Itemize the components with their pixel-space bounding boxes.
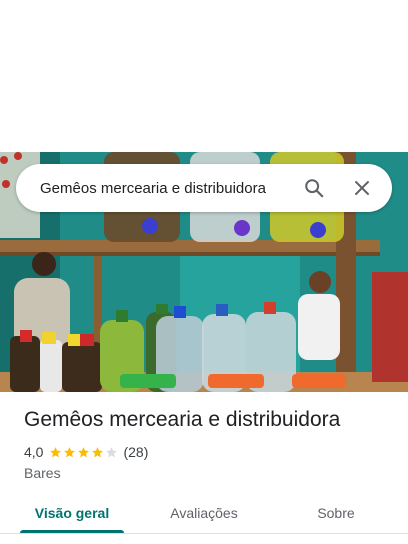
close-icon <box>355 181 369 195</box>
tab-about[interactable]: Sobre <box>284 496 388 534</box>
star-filled-icon <box>78 446 90 457</box>
search-input[interactable]: Gemêos mercearia e distribuidora <box>40 180 292 197</box>
place-tabs: Visão geral Avaliações Sobre <box>0 496 408 536</box>
star-filled-icon <box>50 446 62 457</box>
star-filled-icon <box>92 446 104 457</box>
search-bar[interactable]: Gemêos mercearia e distribuidora <box>16 164 392 212</box>
rating-value: 4,0 <box>24 444 44 460</box>
place-title: Gemêos mercearia e distribuidora <box>24 408 341 431</box>
star-filled-icon <box>64 446 76 457</box>
place-category[interactable]: Bares <box>24 465 61 481</box>
tab-reviews[interactable]: Avaliações <box>152 496 256 534</box>
search-icon <box>305 179 324 198</box>
review-count[interactable]: (28) <box>123 444 148 460</box>
blank-map-area <box>0 0 408 152</box>
search-button[interactable] <box>298 172 330 204</box>
rating-row[interactable]: 4,0 (28) <box>24 444 148 460</box>
star-empty-icon <box>106 446 118 457</box>
rating-stars <box>49 446 119 459</box>
close-button[interactable] <box>346 172 378 204</box>
tab-overview[interactable]: Visão geral <box>20 496 124 534</box>
tabs-divider <box>0 533 408 534</box>
